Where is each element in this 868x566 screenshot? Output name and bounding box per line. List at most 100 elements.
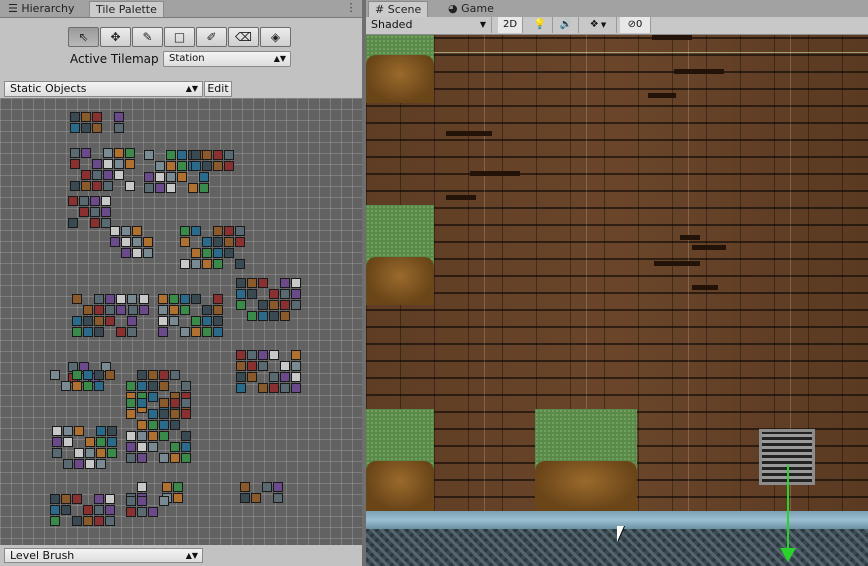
toggle-2d-button[interactable]: 2D [498,17,523,33]
palette-tile[interactable] [148,442,158,452]
palette-tile[interactable] [107,426,117,436]
palette-tile[interactable] [94,294,104,304]
palette-tile[interactable] [74,448,84,458]
palette-tile[interactable] [258,361,268,371]
palette-tile[interactable] [166,150,176,160]
palette-tile[interactable] [247,278,257,288]
palette-tile[interactable] [94,516,104,526]
palette-tile[interactable] [127,294,137,304]
palette-tile[interactable] [92,159,102,169]
palette-tile[interactable] [291,300,301,310]
palette-tile[interactable] [181,398,191,408]
effects-dropdown[interactable]: ❖ ▼ [580,17,617,33]
palette-tile[interactable] [50,370,60,380]
palette-tile[interactable] [96,426,106,436]
palette-tile[interactable] [148,420,158,430]
palette-tile[interactable] [159,431,169,441]
palette-tile[interactable] [105,294,115,304]
palette-tile[interactable] [224,161,234,171]
palette-tile[interactable] [83,327,93,337]
palette-tile[interactable] [121,226,131,236]
palette-tile[interactable] [148,370,158,380]
palette-tile[interactable] [137,381,147,391]
palette-tile[interactable] [169,305,179,315]
palette-tile[interactable] [180,237,190,247]
palette-tile[interactable] [213,294,223,304]
palette-tile[interactable] [101,207,111,217]
palette-tile[interactable] [101,196,111,206]
palette-tile[interactable] [180,259,190,269]
palette-tile[interactable] [273,482,283,492]
picker-tool-button[interactable]: ✐ [196,27,227,47]
palette-tile[interactable] [240,482,250,492]
palette-tile[interactable] [83,505,93,515]
palette-tile[interactable] [81,123,91,133]
palette-tile[interactable] [121,248,131,258]
palette-tile[interactable] [72,370,82,380]
palette-tile[interactable] [92,112,102,122]
palette-tile[interactable] [155,183,165,193]
palette-tile[interactable] [126,507,136,517]
palette-tile[interactable] [170,442,180,452]
palette-tile[interactable] [224,150,234,160]
box-fill-tool-button[interactable]: □ [164,27,195,47]
palette-tile[interactable] [173,493,183,503]
palette-tile[interactable] [177,161,187,171]
palette-tile[interactable] [148,392,158,402]
palette-tile[interactable] [240,493,250,503]
palette-tile[interactable] [170,370,180,380]
palette-tile[interactable] [155,172,165,182]
palette-tile[interactable] [280,289,290,299]
palette-tile[interactable] [258,278,268,288]
palette-tile[interactable] [181,381,191,391]
palette-tile[interactable] [148,381,158,391]
palette-tile[interactable] [173,482,183,492]
palette-tile[interactable] [68,218,78,228]
audio-toggle[interactable]: 🔊 [554,17,579,33]
palette-tile[interactable] [92,170,102,180]
palette-tile[interactable] [291,278,301,288]
panel-menu-icon[interactable]: ⋮ [345,2,357,14]
eraser-tool-button[interactable]: ⌫ [228,27,259,47]
palette-tile[interactable] [85,437,95,447]
palette-tile[interactable] [61,505,71,515]
palette-tile[interactable] [188,183,198,193]
palette-tile[interactable] [127,316,137,326]
palette-tile[interactable] [83,305,93,315]
palette-tile[interactable] [213,305,223,315]
palette-tile[interactable] [258,300,268,310]
palette-tile[interactable] [72,381,82,391]
palette-tile[interactable] [72,316,82,326]
palette-tile[interactable] [202,259,212,269]
palette-tile[interactable] [50,494,60,504]
palette-tile[interactable] [269,372,279,382]
palette-tile[interactable] [213,150,223,160]
palette-tile[interactable] [180,226,190,236]
palette-tile[interactable] [191,248,201,258]
tab-scene[interactable]: # Scene [368,1,429,17]
palette-tile[interactable] [202,237,212,247]
palette-tile[interactable] [126,442,136,452]
palette-tile[interactable] [81,112,91,122]
palette-tile[interactable] [236,372,246,382]
palette-tile[interactable] [126,496,136,506]
palette-tile[interactable] [143,237,153,247]
palette-tile[interactable] [96,459,106,469]
palette-tile[interactable] [236,289,246,299]
palette-tile[interactable] [70,123,80,133]
shading-mode-dropdown[interactable]: Shaded ▼ [366,17,492,33]
palette-tile[interactable] [116,327,126,337]
palette-tile[interactable] [269,383,279,393]
palette-tile[interactable] [105,505,115,515]
palette-tile[interactable] [148,431,158,441]
palette-tile[interactable] [144,183,154,193]
palette-tile[interactable] [269,311,279,321]
palette-tile[interactable] [114,170,124,180]
palette-tile[interactable] [125,159,135,169]
palette-tile[interactable] [107,437,117,447]
palette-tile[interactable] [169,316,179,326]
palette-tile[interactable] [199,172,209,182]
palette-tile[interactable] [132,248,142,258]
palette-tile[interactable] [191,294,201,304]
palette-tile[interactable] [170,453,180,463]
